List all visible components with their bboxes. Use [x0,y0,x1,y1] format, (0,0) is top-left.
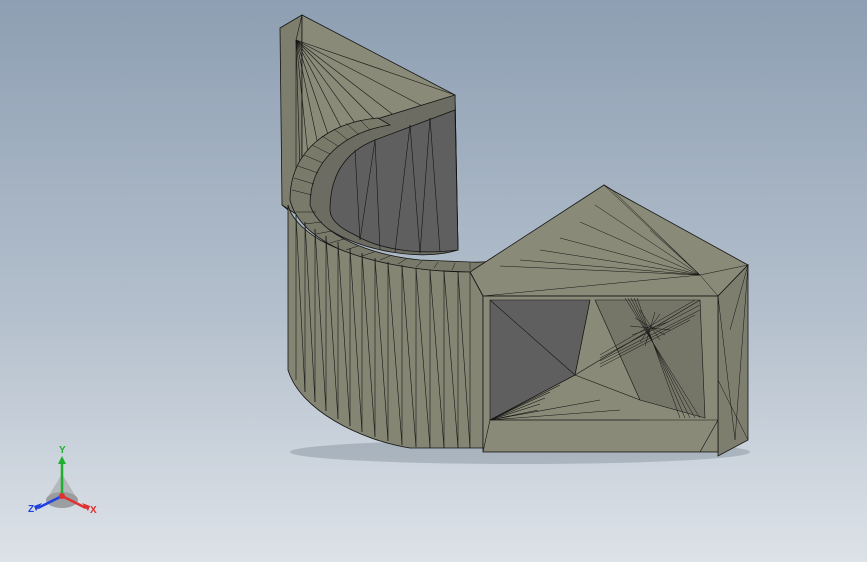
triad-x-label: X [90,505,97,516]
right-block-end-face [717,264,749,457]
graphics-viewport[interactable]: Y X Z [0,0,867,562]
triad-y-label: Y [59,445,66,456]
part-model[interactable] [0,0,867,562]
right-block-top-face [469,184,749,297]
triad-z-label: Z [28,504,35,515]
view-orientation-triad[interactable]: Y X Z [24,446,104,526]
y-axis-arrow-icon [58,456,66,464]
